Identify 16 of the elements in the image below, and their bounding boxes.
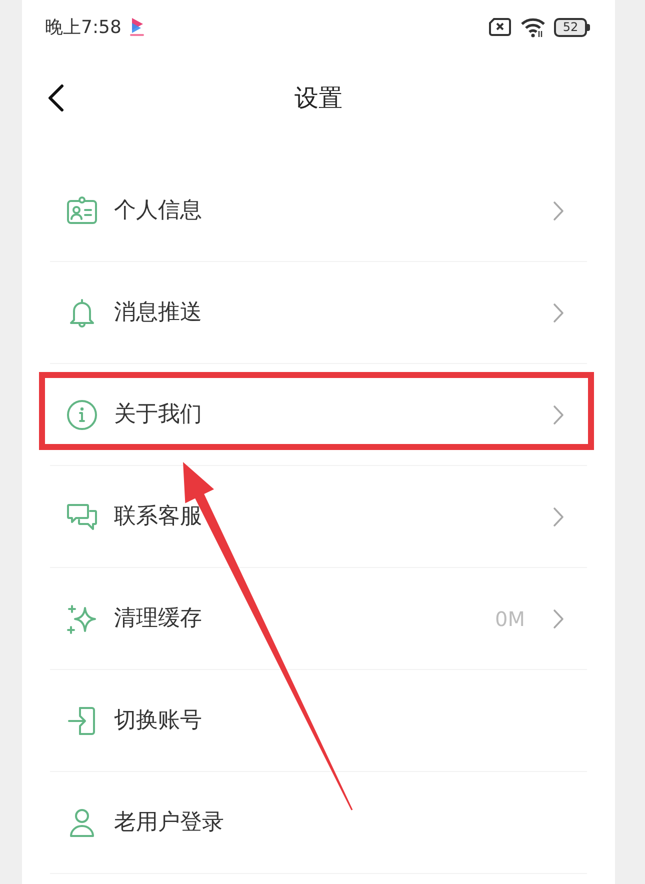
app-notification-icon [129, 17, 146, 37]
settings-item[interactable]: 消息推送 [50, 262, 587, 364]
settings-item[interactable]: 个人信息 [50, 160, 587, 262]
settings-item[interactable]: 关于我们 [50, 364, 587, 466]
no-sim-icon [488, 17, 512, 37]
cache-size-text: 0M [495, 606, 525, 632]
back-icon [46, 84, 66, 112]
sparkle-icon [66, 602, 98, 634]
enter-arrow-icon [66, 704, 98, 736]
status-time: 晚上7:58 [45, 16, 122, 40]
page-title: 设置 [294, 84, 342, 112]
battery-indicator: 52 [554, 18, 590, 36]
info-icon [66, 398, 98, 430]
id-card-icon [66, 194, 98, 226]
back-button[interactable] [46, 84, 66, 112]
wifi-icon [520, 16, 546, 38]
